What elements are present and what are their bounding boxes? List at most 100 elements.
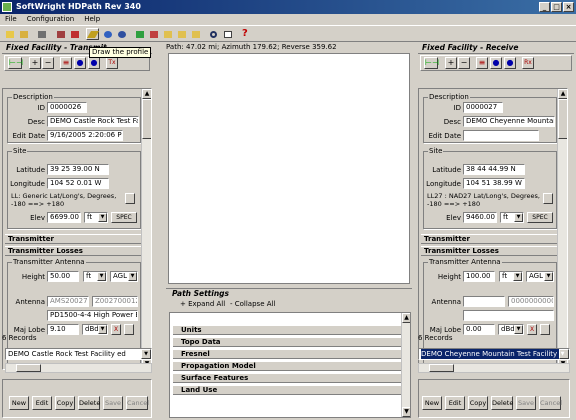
close-button[interactable]: × [563, 2, 574, 12]
scroll-thumb[interactable] [558, 99, 567, 139]
transmitter-section[interactable]: Transmitter [5, 234, 141, 244]
save-button[interactable]: Save [516, 396, 536, 410]
profile-plot-area[interactable] [168, 53, 410, 284]
elev-unit-select[interactable]: ft ▼ [84, 212, 108, 223]
document-icon[interactable] [221, 28, 234, 40]
radio-icon[interactable]: ● [504, 57, 516, 69]
clear-lobe-button[interactable]: X [527, 324, 537, 335]
elev-unit-select[interactable]: ft ▼ [500, 212, 524, 223]
help-icon[interactable]: ? [239, 28, 252, 40]
antenna-model-field[interactable]: AMS20027 [47, 296, 89, 307]
lobe-unit-select[interactable]: dBd ▼ [498, 324, 524, 335]
spec-button[interactable]: SPEC [527, 212, 553, 223]
scroll-up-arrow[interactable]: ▲ [142, 89, 151, 99]
settings-item-units[interactable]: Units [173, 325, 401, 335]
record-hscrollbar[interactable] [418, 363, 570, 373]
antenna-code-field[interactable]: 0000000000 [508, 296, 554, 307]
transmit-vscrollbar[interactable]: ▲ ▼ [141, 89, 151, 369]
menu-help[interactable]: Help [79, 14, 105, 25]
zoom-icon[interactable] [207, 28, 220, 40]
maj-lobe-field[interactable]: 9.10 [47, 324, 79, 335]
record-dropdown-arrow[interactable]: ▼ [559, 349, 569, 359]
desc-field[interactable]: DEMO Cheyenne Mountain Te [463, 116, 555, 127]
desc-field[interactable]: DEMO Castle Rock Test Facilit [47, 116, 139, 127]
tools-icon[interactable] [54, 28, 67, 40]
settings-item-propagation-model[interactable]: Propagation Model [173, 361, 401, 371]
cancel-button[interactable]: Cancel [126, 396, 149, 410]
target-icon[interactable] [101, 28, 114, 40]
height-ref-select[interactable]: AGL ▼ [110, 271, 138, 282]
latitude-field[interactable]: 39 25 39.00 N [47, 164, 109, 175]
longitude-field[interactable]: 104 52 0.01 W [47, 178, 109, 189]
settings-item-topo-data[interactable]: Topo Data [173, 337, 401, 347]
id-field[interactable]: 0000026 [47, 102, 87, 113]
height-unit-select[interactable]: ft ▼ [499, 271, 523, 282]
folder-save-icon[interactable] [189, 28, 202, 40]
tx-rx-icon[interactable]: Tx [106, 57, 118, 69]
folder-icon[interactable] [161, 28, 174, 40]
copy-button[interactable]: Copy [468, 396, 488, 410]
menu-file[interactable]: File [0, 14, 22, 25]
remove-button[interactable]: − [42, 57, 54, 69]
height-ref-select[interactable]: AGL ▼ [526, 271, 554, 282]
antenna-model-field[interactable] [463, 296, 505, 307]
radio-icon[interactable]: ● [88, 57, 100, 69]
remove-button[interactable]: − [458, 57, 470, 69]
link-icon[interactable]: ⊢⊣ [424, 57, 439, 69]
clear-lobe-button[interactable]: X [111, 324, 121, 335]
settings-vscrollbar[interactable]: ▲ ▼ [401, 313, 410, 417]
transmitter-losses-section[interactable]: Transmitter Losses [5, 246, 141, 256]
latitude-field[interactable]: 38 44 44.99 N [463, 164, 525, 175]
lobe-browse-button[interactable] [124, 324, 134, 335]
height-field[interactable]: 100.00 [463, 271, 495, 282]
lobe-browse-button[interactable] [540, 324, 550, 335]
cancel-button[interactable]: Cancel [539, 396, 562, 410]
height-unit-select[interactable]: ft ▼ [83, 271, 107, 282]
map-icon[interactable] [133, 28, 146, 40]
receive-vscrollbar[interactable]: ▲ ▼ [557, 89, 567, 369]
edit-date-field[interactable]: 9/16/2005 2:20:06 PM [47, 130, 123, 141]
collapse-all-link[interactable]: - Collapse All [230, 300, 275, 308]
delete-button[interactable]: Delete [78, 396, 100, 410]
new-folder-icon[interactable] [3, 28, 16, 40]
copy-button[interactable]: Copy [55, 396, 75, 410]
expand-all-link[interactable]: + Expand All [180, 300, 225, 308]
antenna-icon[interactable]: ● [490, 57, 502, 69]
lobe-unit-select[interactable]: dBd ▼ [82, 324, 108, 335]
spec-button[interactable]: SPEC [111, 212, 137, 223]
antenna-code-field[interactable]: Z002700012 [92, 296, 138, 307]
list-icon[interactable]: ≡ [60, 57, 72, 69]
folder-open-icon[interactable] [175, 28, 188, 40]
transmitter-losses-section[interactable]: Transmitter Losses [421, 246, 557, 256]
calculator-icon[interactable] [68, 28, 81, 40]
menu-configuration[interactable]: Configuration [22, 14, 79, 25]
antenna-desc-field[interactable]: PD1500-4-4 High Power Expo [47, 310, 138, 321]
edit-date-field[interactable] [463, 130, 539, 141]
height-field[interactable]: 50.00 [47, 271, 79, 282]
elev-field[interactable]: 9460.00 [463, 212, 497, 223]
antenna-desc-field[interactable] [463, 310, 554, 321]
settings-scroll-up[interactable]: ▲ [402, 313, 410, 323]
datum-button[interactable] [125, 193, 135, 204]
save-button[interactable]: Save [103, 396, 123, 410]
minimize-button[interactable]: _ [539, 2, 550, 12]
record-select[interactable]: DEMO Cheyenne Mountain Test Facility ▼ [418, 348, 570, 360]
antenna-icon[interactable]: ● [74, 57, 86, 69]
delete-button[interactable]: Delete [491, 396, 513, 410]
new-button[interactable]: New [422, 396, 442, 410]
open-folder-icon[interactable] [17, 28, 30, 40]
draw-profile-icon[interactable] [86, 28, 100, 40]
transmitter-section[interactable]: Transmitter [421, 234, 557, 244]
link-icon[interactable]: ⊢⊣ [8, 57, 23, 69]
record-hscrollbar[interactable] [5, 363, 152, 373]
maximize-button[interactable]: □ [551, 2, 562, 12]
list-icon[interactable]: ≡ [476, 57, 488, 69]
maj-lobe-field[interactable]: 0.00 [463, 324, 495, 335]
edit-button[interactable]: Edit [445, 396, 465, 410]
settings-item-land-use[interactable]: Land Use [173, 385, 401, 395]
hscroll-thumb[interactable] [16, 364, 41, 372]
record-select[interactable]: DEMO Castle Rock Test Facility ed ▼ [5, 348, 152, 360]
scroll-up-arrow[interactable]: ▲ [558, 89, 567, 99]
record-dropdown-arrow[interactable]: ▼ [141, 349, 151, 359]
tx-rx-icon[interactable]: Rx [522, 57, 534, 69]
